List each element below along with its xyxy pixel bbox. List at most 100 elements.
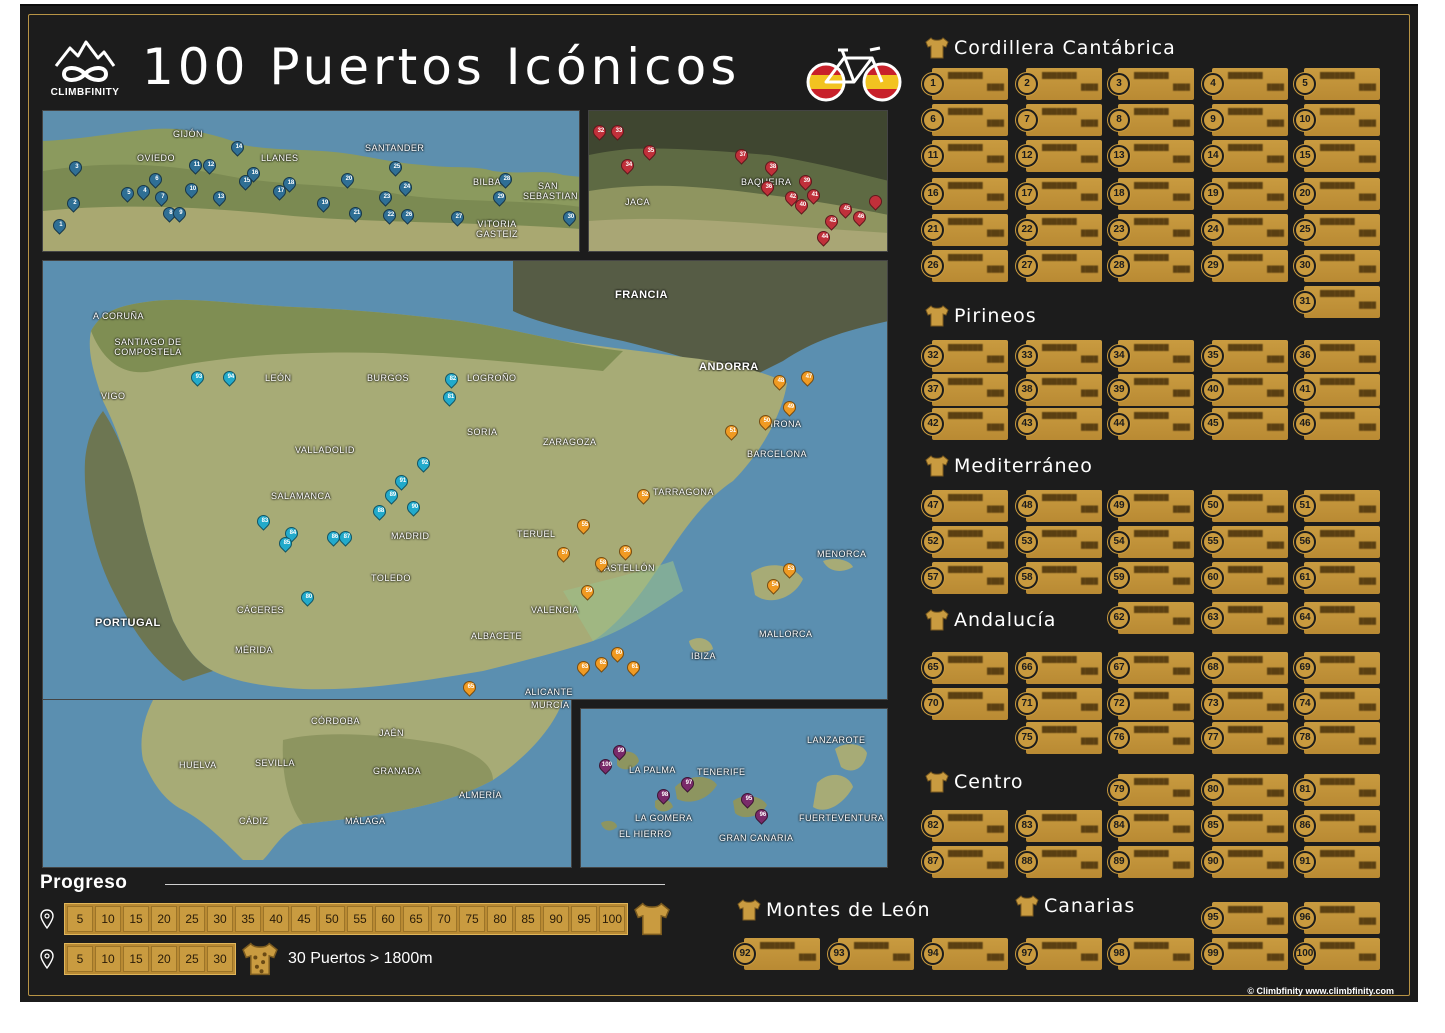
climb-card[interactable]: ███████ ████ 10	[1294, 104, 1380, 136]
climb-card[interactable]: ███████ ████ 32	[922, 340, 1008, 372]
climb-card[interactable]: ███████ ████ 40	[1202, 374, 1288, 406]
progress-cell[interactable]: 15	[123, 906, 149, 932]
progress-cell[interactable]: 60	[375, 906, 401, 932]
climb-card[interactable]: ███████ ████ 22	[1016, 214, 1102, 246]
progress-cell[interactable]: 95	[571, 906, 597, 932]
climb-card[interactable]: ███████ ████ 88	[1016, 846, 1102, 878]
climb-card[interactable]: ███████ ████ 62	[1108, 602, 1194, 634]
climb-card[interactable]: ███████ ████ 41	[1294, 374, 1380, 406]
climb-card[interactable]: ███████ ████ 12	[1016, 140, 1102, 172]
climb-card[interactable]: ███████ ████ 97	[1016, 938, 1102, 970]
climb-card[interactable]: ███████ ████ 31	[1294, 286, 1380, 318]
progress-cell[interactable]: 50	[319, 906, 345, 932]
climb-card[interactable]: ███████ ████ 45	[1202, 408, 1288, 440]
climb-card[interactable]: ███████ ████ 17	[1016, 178, 1102, 210]
climb-card[interactable]: ███████ ████ 13	[1108, 140, 1194, 172]
climb-card[interactable]: ███████ ████ 21	[922, 214, 1008, 246]
progress-cell[interactable]: 65	[403, 906, 429, 932]
climb-card[interactable]: ███████ ████ 93	[828, 938, 914, 970]
climb-card[interactable]: ███████ ████ 3	[1108, 68, 1194, 100]
climb-card[interactable]: ███████ ████ 70	[922, 688, 1008, 720]
climb-card[interactable]: ███████ ████ 30	[1294, 250, 1380, 282]
climb-card[interactable]: ███████ ████ 58	[1016, 562, 1102, 594]
climb-card[interactable]: ███████ ████ 89	[1108, 846, 1194, 878]
climb-card[interactable]: ███████ ████ 73	[1202, 688, 1288, 720]
climb-card[interactable]: ███████ ████ 28	[1108, 250, 1194, 282]
climb-card[interactable]: ███████ ████ 53	[1016, 526, 1102, 558]
progress-cell[interactable]: 75	[459, 906, 485, 932]
climb-card[interactable]: ███████ ████ 52	[922, 526, 1008, 558]
progress-cell[interactable]: 90	[543, 906, 569, 932]
climb-card[interactable]: ███████ ████ 11	[922, 140, 1008, 172]
progress-cell[interactable]: 80	[487, 906, 513, 932]
climb-card[interactable]: ███████ ████ 27	[1016, 250, 1102, 282]
climb-card[interactable]: ███████ ████ 25	[1294, 214, 1380, 246]
climb-card[interactable]: ███████ ████ 63	[1202, 602, 1288, 634]
climb-card[interactable]: ███████ ████ 66	[1016, 652, 1102, 684]
climb-card[interactable]: ███████ ████ 33	[1016, 340, 1102, 372]
climb-card[interactable]: ███████ ████ 67	[1108, 652, 1194, 684]
progress-cell[interactable]: 10	[95, 946, 121, 972]
climb-card[interactable]: ███████ ████ 80	[1202, 774, 1288, 806]
climb-card[interactable]: ███████ ████ 44	[1108, 408, 1194, 440]
climb-card[interactable]: ███████ ████ 91	[1294, 846, 1380, 878]
progress-cell[interactable]: 10	[95, 906, 121, 932]
progress-cell[interactable]: 25	[179, 906, 205, 932]
climb-card[interactable]: ███████ ████ 51	[1294, 490, 1380, 522]
progress-cell[interactable]: 20	[151, 906, 177, 932]
climb-card[interactable]: ███████ ████ 35	[1202, 340, 1288, 372]
climb-card[interactable]: ███████ ████ 23	[1108, 214, 1194, 246]
climb-card[interactable]: ███████ ████ 49	[1108, 490, 1194, 522]
climb-card[interactable]: ███████ ████ 69	[1294, 652, 1380, 684]
climb-card[interactable]: ███████ ████ 79	[1108, 774, 1194, 806]
climb-card[interactable]: ███████ ████ 29	[1202, 250, 1288, 282]
progress-cell[interactable]: 55	[347, 906, 373, 932]
progress-cell[interactable]: 30	[207, 946, 233, 972]
climb-card[interactable]: ███████ ████ 86	[1294, 810, 1380, 842]
progress-cell[interactable]: 40	[263, 906, 289, 932]
climb-card[interactable]: ███████ ████ 24	[1202, 214, 1288, 246]
progress-cell[interactable]: 70	[431, 906, 457, 932]
climb-card[interactable]: ███████ ████ 48	[1016, 490, 1102, 522]
climb-card[interactable]: ███████ ████ 8	[1108, 104, 1194, 136]
climb-card[interactable]: ███████ ████ 64	[1294, 602, 1380, 634]
climb-card[interactable]: ███████ ████ 42	[922, 408, 1008, 440]
climb-card[interactable]: ███████ ████ 43	[1016, 408, 1102, 440]
climb-card[interactable]: ███████ ████ 98	[1108, 938, 1194, 970]
climb-card[interactable]: ███████ ████ 46	[1294, 408, 1380, 440]
climb-card[interactable]: ███████ ████ 36	[1294, 340, 1380, 372]
climb-card[interactable]: ███████ ████ 84	[1108, 810, 1194, 842]
climb-card[interactable]: ███████ ████ 83	[1016, 810, 1102, 842]
climb-card[interactable]: ███████ ████ 61	[1294, 562, 1380, 594]
climb-card[interactable]: ███████ ████ 96	[1294, 902, 1380, 934]
climb-card[interactable]: ███████ ████ 65	[922, 652, 1008, 684]
climb-card[interactable]: ███████ ████ 90	[1202, 846, 1288, 878]
climb-card[interactable]: ███████ ████ 81	[1294, 774, 1380, 806]
climb-card[interactable]: ███████ ████ 72	[1108, 688, 1194, 720]
climb-card[interactable]: ███████ ████ 4	[1202, 68, 1288, 100]
climb-card[interactable]: ███████ ████ 18	[1108, 178, 1194, 210]
climb-card[interactable]: ███████ ████ 34	[1108, 340, 1194, 372]
climb-card[interactable]: ███████ ████ 20	[1294, 178, 1380, 210]
climb-card[interactable]: ███████ ████ 95	[1202, 902, 1288, 934]
climb-card[interactable]: ███████ ████ 1	[922, 68, 1008, 100]
climb-card[interactable]: ███████ ████ 71	[1016, 688, 1102, 720]
climb-card[interactable]: ███████ ████ 82	[922, 810, 1008, 842]
climb-card[interactable]: ███████ ████ 85	[1202, 810, 1288, 842]
climb-card[interactable]: ███████ ████ 50	[1202, 490, 1288, 522]
climb-card[interactable]: ███████ ████ 47	[922, 490, 1008, 522]
climb-card[interactable]: ███████ ████ 54	[1108, 526, 1194, 558]
progress-cell[interactable]: 25	[179, 946, 205, 972]
progress-cell[interactable]: 30	[207, 906, 233, 932]
climb-card[interactable]: ███████ ████ 16	[922, 178, 1008, 210]
climb-card[interactable]: ███████ ████ 37	[922, 374, 1008, 406]
climb-card[interactable]: ███████ ████ 5	[1294, 68, 1380, 100]
climb-card[interactable]: ███████ ████ 60	[1202, 562, 1288, 594]
climb-card[interactable]: ███████ ████ 68	[1202, 652, 1288, 684]
progress-cell[interactable]: 35	[235, 906, 261, 932]
progress-cell[interactable]: 100	[599, 906, 625, 932]
climb-card[interactable]: ███████ ████ 78	[1294, 722, 1380, 754]
progress-cell[interactable]: 5	[67, 946, 93, 972]
climb-card[interactable]: ███████ ████ 55	[1202, 526, 1288, 558]
progress-cell[interactable]: 20	[151, 946, 177, 972]
